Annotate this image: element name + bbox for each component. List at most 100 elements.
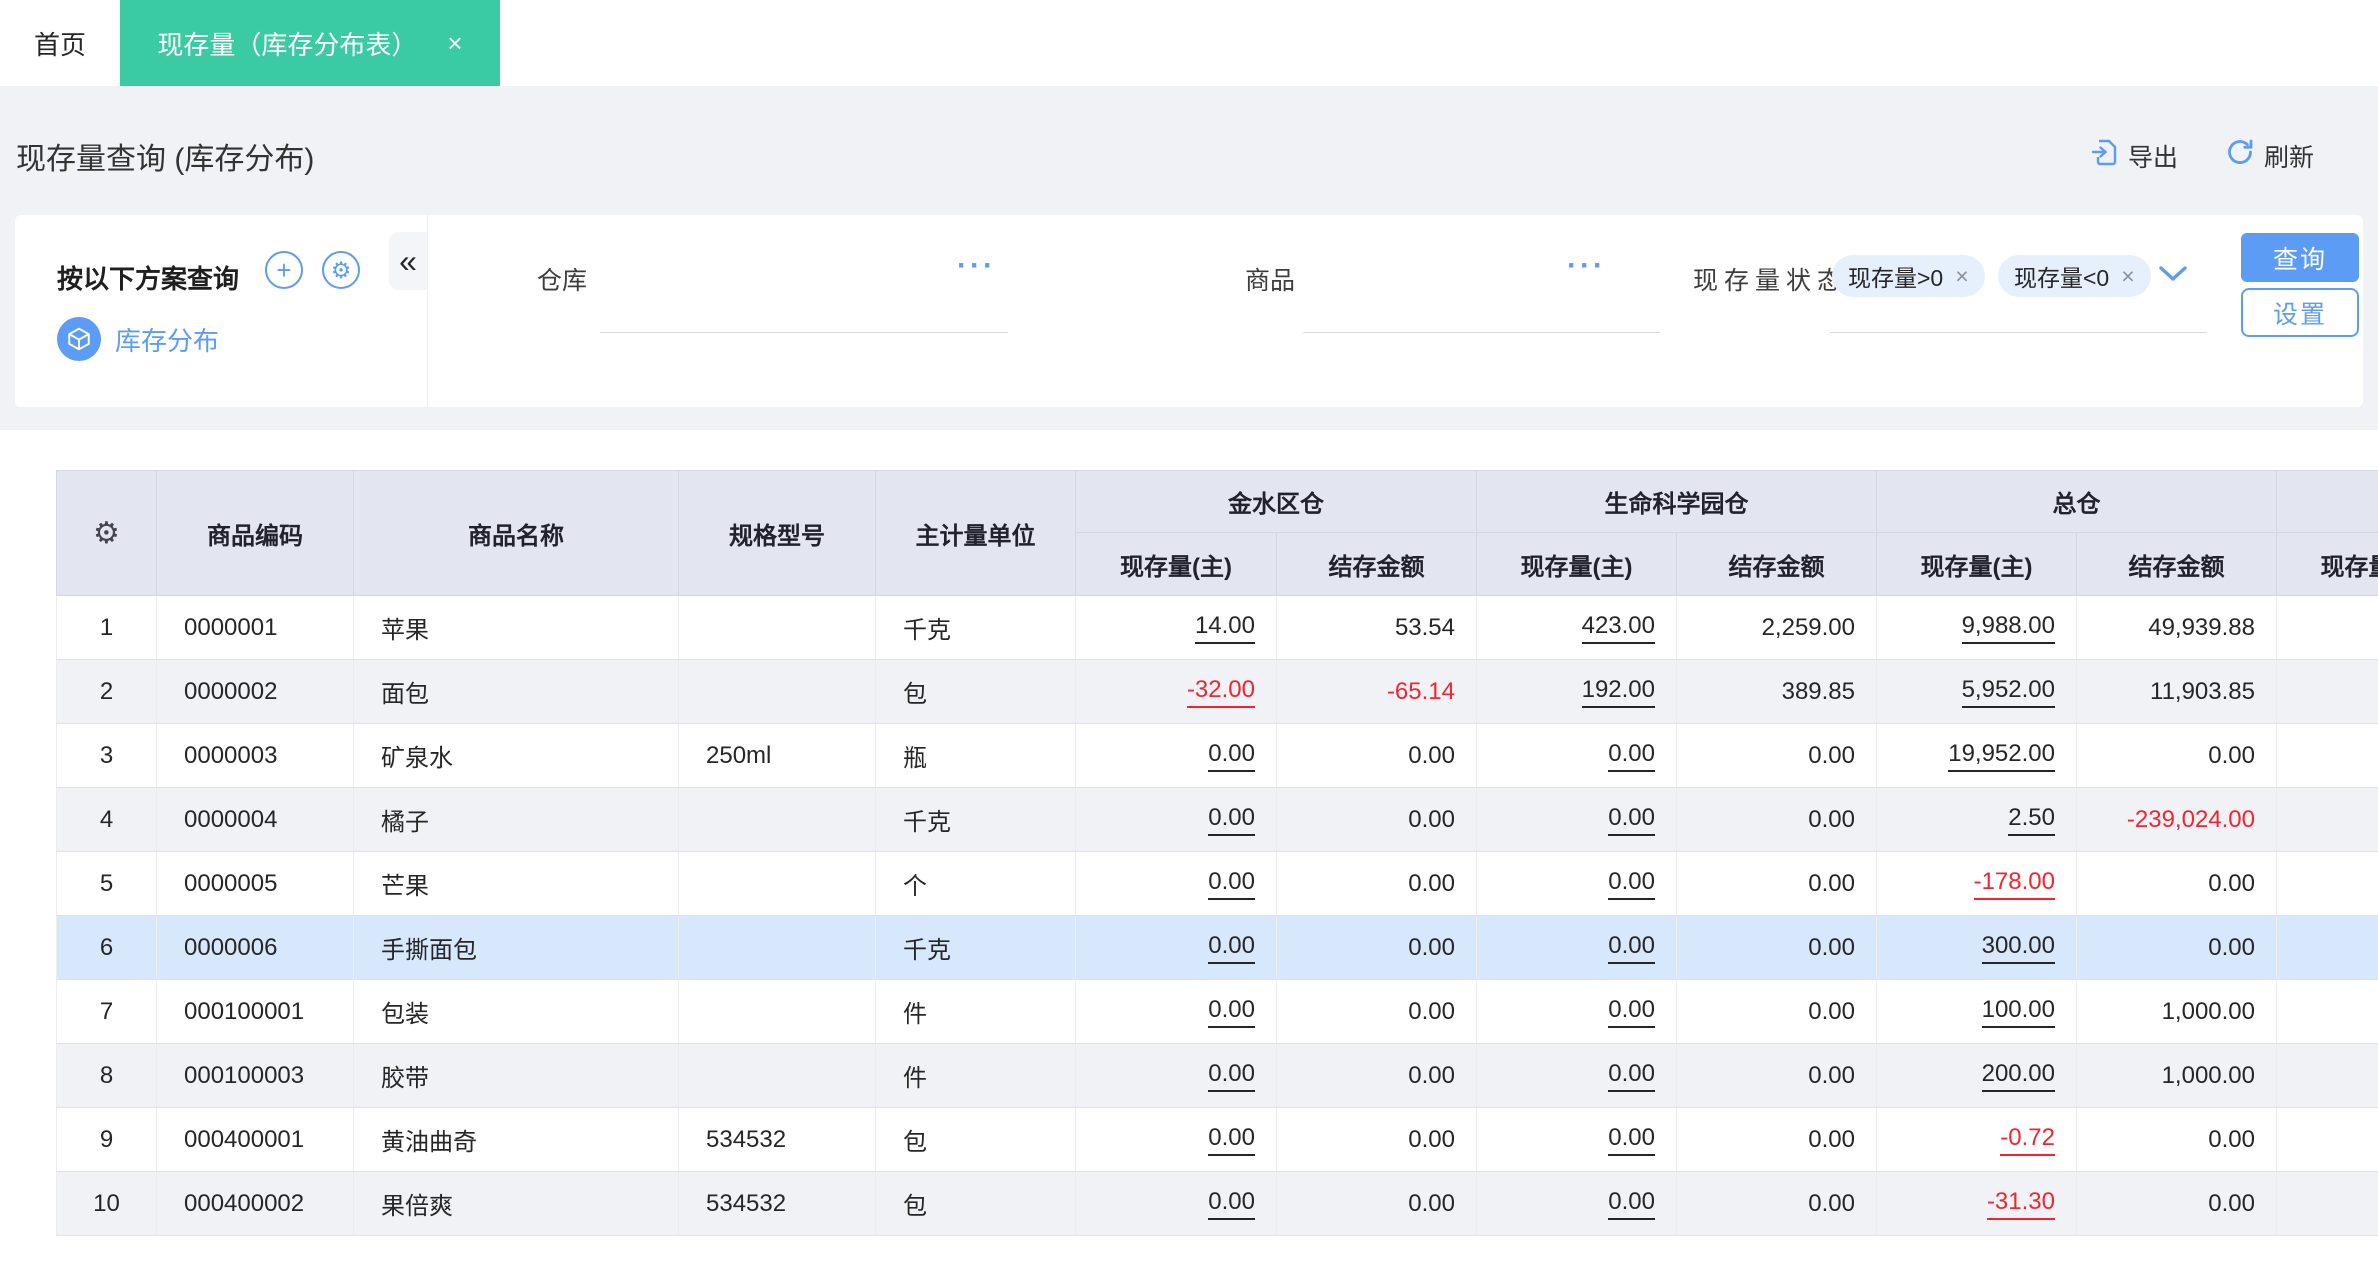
- cell-spec-model: 534532: [678, 1171, 876, 1236]
- cell-product-code: 0000005: [156, 851, 354, 916]
- settings-button[interactable]: 设置: [2241, 288, 2359, 337]
- refresh-button[interactable]: 刷新: [2226, 138, 2314, 174]
- stock-qty-link[interactable]: 0.00: [1608, 1124, 1655, 1156]
- query-scheme-panel: 按以下方案查询 + ⚙ « 库存分布 仓库 ··· 商品 ··· 现存量状态 现…: [15, 215, 2363, 407]
- table-row[interactable]: 2 0000002 面包 包 -32.00 -65.14 192.00 389.85 5,952…: [56, 659, 2378, 724]
- stock-qty-link[interactable]: 0.00: [1208, 868, 1255, 900]
- cell-partial: [2276, 979, 2378, 1044]
- cell-spec-model: [678, 1043, 876, 1108]
- tag-label: 现存量<0: [2014, 265, 2110, 291]
- stock-qty-link[interactable]: 0.00: [1208, 1060, 1255, 1092]
- stock-qty-link[interactable]: 0.00: [1608, 996, 1655, 1028]
- cell-product-name: 矿泉水: [353, 723, 679, 788]
- sub-column-header-partial: 现存量(主): [2276, 532, 2378, 596]
- stock-qty-link[interactable]: 0.00: [1608, 740, 1655, 772]
- balance-amount-value: 0.00: [2208, 1189, 2255, 1217]
- column-header: 主计量单位: [875, 470, 1076, 596]
- scheme-item-label: 库存分布: [115, 325, 220, 356]
- tab-home[interactable]: 首页: [0, 0, 120, 86]
- stock-qty-link[interactable]: 0.00: [1608, 1188, 1655, 1220]
- cell-balance-amount: 53.54: [1276, 595, 1477, 660]
- column-header: 商品编码: [156, 470, 354, 596]
- stock-qty-link[interactable]: -32.00: [1186, 676, 1255, 708]
- stock-qty-link[interactable]: 0.00: [1208, 1124, 1255, 1156]
- stock-qty-link[interactable]: 100.00: [1981, 996, 2055, 1028]
- spacer: [0, 407, 2378, 430]
- collapse-pane-button[interactable]: «: [389, 232, 427, 290]
- stock-qty-link[interactable]: 2.50: [2008, 804, 2055, 836]
- warehouse-input[interactable]: [600, 303, 1008, 333]
- tag-close-icon[interactable]: ×: [2121, 264, 2134, 288]
- cell-stock-qty: 0.00: [1075, 979, 1277, 1044]
- table-row[interactable]: 10 000400002 果倍爽 534532 包 0.00 0.00 0.00 0.00 -31…: [56, 1171, 2378, 1236]
- stock-qty-link[interactable]: 0.00: [1208, 996, 1255, 1028]
- tab-inventory-distribution[interactable]: 现存量（库存分布表） ×: [120, 0, 500, 86]
- chevron-down-icon[interactable]: [2157, 265, 2189, 288]
- table-row[interactable]: 5 0000005 芒果 个 0.00 0.00 0.00 0.00 -178.00 0.00: [56, 851, 2378, 916]
- stock-qty-link[interactable]: 0.00: [1608, 1060, 1655, 1092]
- balance-amount-value: 0.00: [1808, 1125, 1855, 1153]
- table-row[interactable]: 3 0000003 矿泉水 250ml 瓶 0.00 0.00 0.00 0.00 19,952.…: [56, 723, 2378, 788]
- cell-balance-amount: 11,903.85: [2076, 659, 2277, 724]
- stock-status-input[interactable]: [1830, 303, 2207, 333]
- stock-qty-link[interactable]: 0.00: [1608, 868, 1655, 900]
- cell-balance-amount: 0.00: [1276, 1043, 1477, 1108]
- balance-amount-value: 0.00: [1408, 997, 1455, 1025]
- stock-qty-link[interactable]: 0.00: [1608, 804, 1655, 836]
- sub-column-header: 结存金额: [2076, 532, 2277, 596]
- cell-stock-qty: 200.00: [1876, 1043, 2077, 1108]
- cell-product-code: 0000002: [156, 659, 354, 724]
- stock-qty-link[interactable]: 0.00: [1208, 932, 1255, 964]
- stock-qty-link[interactable]: 14.00: [1194, 612, 1255, 644]
- stock-qty-link[interactable]: 0.00: [1208, 804, 1255, 836]
- query-button[interactable]: 查询: [2241, 233, 2359, 282]
- cell-product-name: 手撕面包: [353, 915, 679, 980]
- stock-qty-link[interactable]: 0.00: [1608, 932, 1655, 964]
- balance-amount-value: 0.00: [1808, 741, 1855, 769]
- stock-qty-link[interactable]: 0.00: [1208, 1188, 1255, 1220]
- cell-partial: [2276, 787, 2378, 852]
- stock-qty-link[interactable]: 9,988.00: [1961, 612, 2055, 644]
- scheme-settings-button[interactable]: ⚙: [322, 251, 360, 289]
- table-row[interactable]: 4 0000004 橘子 千克 0.00 0.00 0.00 0.00 2.50 -239,024…: [56, 787, 2378, 852]
- cube-icon: [57, 317, 101, 361]
- balance-amount-value: 0.00: [2208, 741, 2255, 769]
- page-title: 现存量查询 (库存分布): [16, 142, 315, 176]
- stock-qty-link[interactable]: 300.00: [1981, 932, 2055, 964]
- cell-unit: 包: [875, 1171, 1076, 1236]
- table-row[interactable]: 1 0000001 苹果 千克 14.00 53.54 423.00 2,259.00 9,98…: [56, 595, 2378, 660]
- stock-qty-link[interactable]: 19,952.00: [1948, 740, 2055, 772]
- cell-balance-amount: 0.00: [2076, 723, 2277, 788]
- refresh-icon: [2226, 138, 2254, 173]
- stock-qty-link[interactable]: 200.00: [1981, 1060, 2055, 1092]
- column-settings-gear-icon[interactable]: ⚙: [93, 517, 120, 550]
- stock-qty-link[interactable]: 0.00: [1208, 740, 1255, 772]
- stock-qty-link[interactable]: -178.00: [1973, 868, 2055, 900]
- scheme-pane-title: 按以下方案查询: [57, 264, 240, 294]
- table-row[interactable]: 6 0000006 手撕面包 千克 0.00 0.00 0.00 0.00 300.00 0.00: [56, 915, 2378, 980]
- product-more-icon[interactable]: ···: [1567, 249, 1606, 283]
- cell-product-name: 包装: [353, 979, 679, 1044]
- stock-qty-link[interactable]: -31.30: [1986, 1188, 2055, 1220]
- sub-column-header: 结存金额: [1676, 532, 1877, 596]
- stock-qty-link[interactable]: -0.72: [2000, 1124, 2055, 1156]
- warehouse-group-header-partial: [2276, 470, 2378, 533]
- table-row[interactable]: 9 000400001 黄油曲奇 534532 包 0.00 0.00 0.00 0.00 -0.…: [56, 1107, 2378, 1172]
- cell-balance-amount: 389.85: [1676, 659, 1877, 724]
- cell-unit: 包: [875, 659, 1076, 724]
- warehouse-more-icon[interactable]: ···: [957, 249, 996, 283]
- scheme-item-inventory-distribution[interactable]: 库存分布: [57, 317, 219, 361]
- product-input[interactable]: [1303, 303, 1660, 333]
- stock-qty-link[interactable]: 423.00: [1581, 612, 1655, 644]
- table-row[interactable]: 8 000100003 胶带 件 0.00 0.00 0.00 0.00 200.00 1,000…: [56, 1043, 2378, 1108]
- export-button[interactable]: 导出: [2091, 138, 2178, 174]
- balance-amount-value: 0.00: [1408, 1061, 1455, 1089]
- tab-active-label: 现存量（库存分布表）: [157, 29, 418, 60]
- stock-qty-link[interactable]: 192.00: [1581, 676, 1655, 708]
- stock-qty-link[interactable]: 5,952.00: [1961, 676, 2055, 708]
- table-row[interactable]: 7 000100001 包装 件 0.00 0.00 0.00 0.00 100.00 1,000…: [56, 979, 2378, 1044]
- add-scheme-button[interactable]: +: [265, 251, 303, 289]
- tag-close-icon[interactable]: ×: [1955, 264, 1968, 288]
- sub-column-header: 结存金额: [1276, 532, 1477, 596]
- tab-close-icon[interactable]: ×: [447, 30, 462, 56]
